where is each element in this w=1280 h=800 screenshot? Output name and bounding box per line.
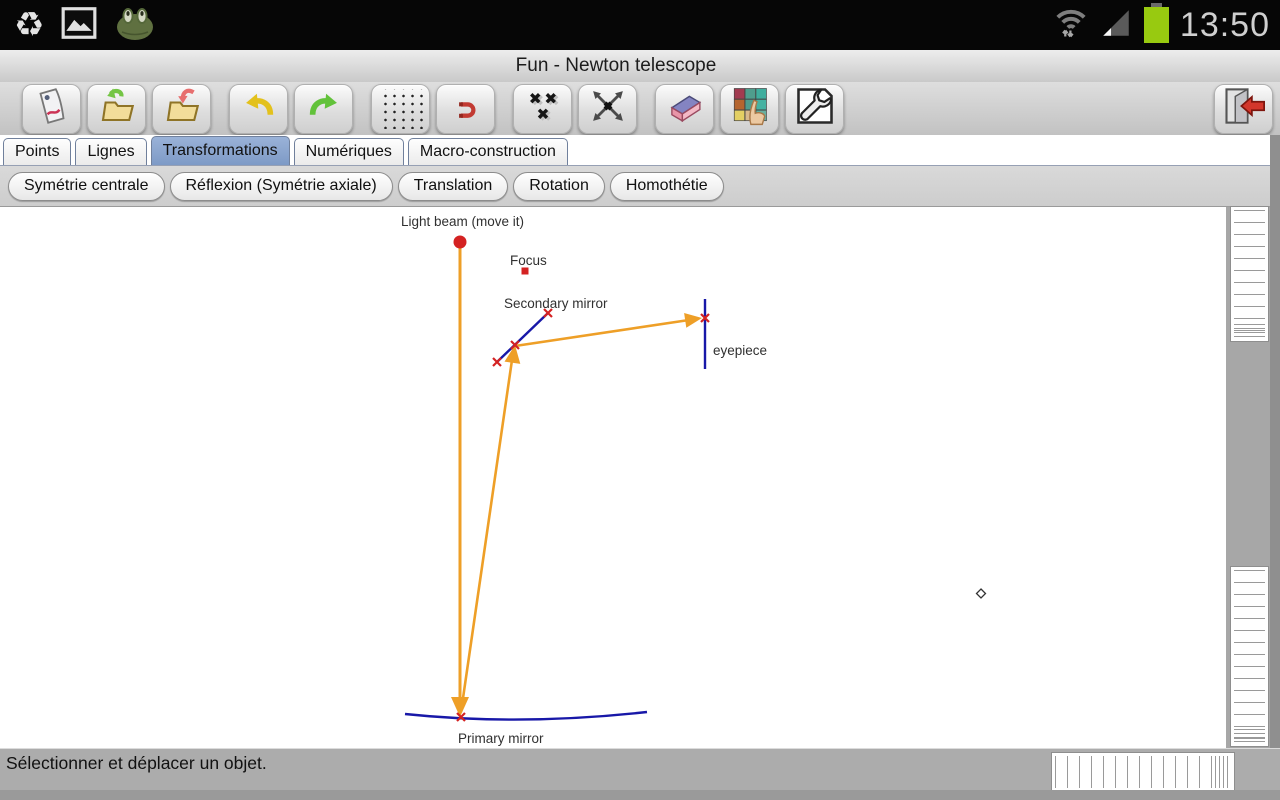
tab-points[interactable]: Points xyxy=(3,138,71,165)
main-toolbar xyxy=(0,82,1280,135)
category-tabs: Points Lignes Transformations Numériques… xyxy=(0,135,1280,165)
appearance-button[interactable] xyxy=(720,84,779,134)
tab-macro-construction[interactable]: Macro-construction xyxy=(408,138,568,165)
secondary-mirror-label: Secondary mirror xyxy=(504,296,608,311)
app-title-bar: Fun - Newton telescope xyxy=(0,50,1280,82)
grid-dots-icon xyxy=(378,89,424,129)
vertical-ruler-top[interactable] xyxy=(1231,207,1268,341)
translation-button[interactable]: Translation xyxy=(398,172,509,201)
light-beam-label: Light beam (move it) xyxy=(401,214,524,229)
open-file-button[interactable] xyxy=(87,84,146,134)
battery-icon xyxy=(1143,2,1170,49)
exit-door-icon xyxy=(1221,85,1267,132)
redo-arrow-icon xyxy=(303,85,345,132)
right-edge-strip xyxy=(1270,135,1280,800)
symetrie-centrale-button[interactable]: Symétrie centrale xyxy=(8,172,165,201)
undo-arrow-icon xyxy=(238,85,280,132)
page-title: Fun - Newton telescope xyxy=(516,55,717,77)
status-message: Sélectionner et déplacer un objet. xyxy=(6,753,267,774)
primary-mirror-arc xyxy=(405,712,647,720)
show-points-button[interactable] xyxy=(513,84,572,134)
document-icon xyxy=(32,86,72,131)
eraser-icon xyxy=(663,85,707,132)
undo-button[interactable] xyxy=(229,84,288,134)
construction-points[interactable] xyxy=(457,309,709,721)
notification-icons: ♻ xyxy=(0,4,156,47)
magnet-grid-button[interactable] xyxy=(436,84,495,134)
clock: 13:50 xyxy=(1180,6,1270,45)
vertical-ruler-bottom[interactable] xyxy=(1231,567,1268,746)
folder-red-arrow-icon xyxy=(161,85,203,132)
horizontal-ruler[interactable] xyxy=(1052,753,1234,791)
telescope-optics[interactable] xyxy=(405,299,705,720)
new-file-button[interactable] xyxy=(22,84,81,134)
drawing-canvas[interactable]: Light beam (move it) Focus Secondary mir… xyxy=(0,207,1226,748)
primary-mirror-label: Primary mirror xyxy=(458,731,544,746)
color-palette-hand-icon xyxy=(729,85,771,132)
system-indicators: 13:50 xyxy=(1053,2,1280,49)
grid-button[interactable] xyxy=(371,84,430,134)
focus-point[interactable] xyxy=(522,268,529,275)
signal-icon xyxy=(1099,6,1133,45)
wrench-icon xyxy=(793,84,837,133)
frog-app-icon xyxy=(114,5,156,46)
status-message-bar: Sélectionner et déplacer un objet. xyxy=(0,748,1280,800)
secondary-mirror-line xyxy=(497,313,548,362)
resize-arrows-icon xyxy=(587,85,629,132)
reflexion-button[interactable]: Réflexion (Symétrie axiale) xyxy=(170,172,393,201)
cursor-marker xyxy=(977,589,986,598)
settings-button[interactable] xyxy=(785,84,844,134)
rotation-button[interactable]: Rotation xyxy=(513,172,605,201)
tab-transformations[interactable]: Transformations xyxy=(151,136,290,165)
redo-button[interactable] xyxy=(294,84,353,134)
eraser-button[interactable] xyxy=(655,84,714,134)
light-beam-point[interactable] xyxy=(454,236,467,249)
points-cursors-icon xyxy=(522,87,564,130)
bottom-edge-strip xyxy=(0,790,1280,800)
magnet-icon xyxy=(443,89,489,129)
exit-button[interactable] xyxy=(1214,84,1273,134)
recycle-icon: ♻ xyxy=(14,8,44,42)
tab-numeriques[interactable]: Numériques xyxy=(294,138,404,165)
light-beam-rays[interactable] xyxy=(451,248,702,717)
wifi-icon xyxy=(1053,5,1089,46)
geometry-figure[interactable]: Light beam (move it) Focus Secondary mir… xyxy=(0,207,1226,748)
focus-label: Focus xyxy=(510,253,547,268)
gallery-icon xyxy=(60,4,98,47)
folder-open-green-arrow-icon xyxy=(96,85,138,132)
transform-toolbar: Symétrie centrale Réflexion (Symétrie ax… xyxy=(0,165,1280,207)
tab-lignes[interactable]: Lignes xyxy=(75,138,146,165)
app-window: ♻ xyxy=(0,0,1280,800)
homothetie-button[interactable]: Homothétie xyxy=(610,172,724,201)
eyepiece-label: eyepiece xyxy=(713,343,767,358)
save-file-button[interactable] xyxy=(152,84,211,134)
android-status-bar: ♻ xyxy=(0,0,1280,50)
resize-button[interactable] xyxy=(578,84,637,134)
